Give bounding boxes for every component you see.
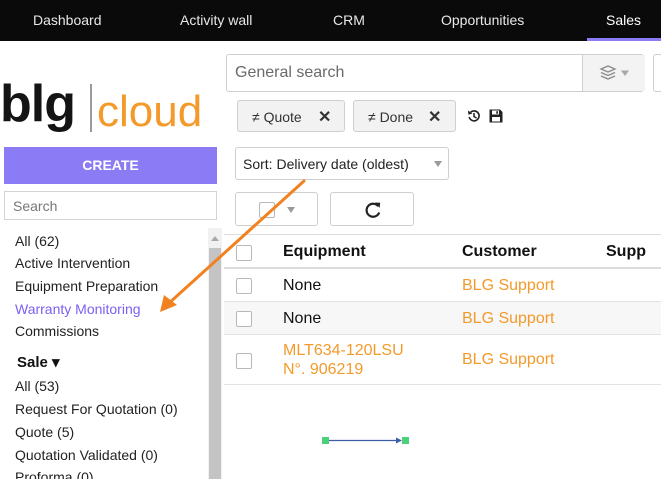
records-table: Equipment Customer Supp None BLG Support… bbox=[224, 234, 661, 479]
history-icon[interactable] bbox=[466, 108, 482, 124]
filter-chip-not-quote: ≠ Quote ✕ bbox=[237, 100, 345, 132]
filter-chip-not-done: ≠ Done ✕ bbox=[353, 100, 456, 132]
nav-activity-wall[interactable]: Activity wall bbox=[180, 12, 252, 28]
sidebar-filter-list: All (62) Active Intervention Equipment P… bbox=[0, 228, 208, 479]
sidebar-search-input[interactable] bbox=[4, 191, 217, 220]
sidebar-item-quote[interactable]: Quote (5) bbox=[15, 424, 74, 440]
sidebar-item-request-for-quotation[interactable]: Request For Quotation (0) bbox=[15, 401, 178, 417]
bulk-select-button[interactable] bbox=[235, 192, 318, 226]
chevron-down-icon bbox=[287, 207, 295, 213]
layers-icon bbox=[599, 65, 629, 80]
top-navigation: Dashboard Activity wall CRM Opportunitie… bbox=[0, 0, 661, 41]
customer-link[interactable]: BLG Support bbox=[462, 277, 555, 295]
sort-select[interactable]: Sort: Delivery date (oldest) bbox=[235, 147, 449, 180]
create-button[interactable]: CREATE bbox=[4, 147, 217, 184]
chevron-down-icon bbox=[434, 161, 442, 167]
row-checkbox[interactable] bbox=[236, 278, 252, 294]
sidebar-item-equipment-preparation[interactable]: Equipment Preparation bbox=[15, 278, 158, 294]
table-row[interactable]: None BLG Support bbox=[224, 302, 661, 335]
logo-text-blg: blg bbox=[0, 75, 76, 133]
sidebar-item-active-intervention[interactable]: Active Intervention bbox=[15, 255, 130, 271]
remove-filter-icon[interactable]: ✕ bbox=[428, 107, 441, 127]
row-checkbox[interactable] bbox=[236, 311, 252, 327]
nav-opportunities[interactable]: Opportunities bbox=[441, 12, 524, 28]
column-header-equipment[interactable]: Equipment bbox=[283, 243, 366, 261]
nav-dashboard[interactable]: Dashboard bbox=[33, 12, 102, 28]
nav-sales[interactable]: Sales bbox=[606, 12, 641, 28]
table-header: Equipment Customer Supp bbox=[224, 234, 661, 269]
sidebar-item-sale-all[interactable]: All (53) bbox=[15, 378, 59, 394]
column-header-customer[interactable]: Customer bbox=[462, 243, 537, 261]
customer-link[interactable]: BLG Support bbox=[462, 351, 555, 369]
column-header-supplier[interactable]: Supp bbox=[606, 243, 646, 261]
scrollbar-thumb[interactable] bbox=[209, 248, 221, 479]
select-all-checkbox[interactable] bbox=[259, 202, 275, 218]
equipment-link[interactable]: MLT634-120LSU bbox=[283, 342, 404, 360]
sidebar-scrollbar[interactable] bbox=[208, 228, 222, 479]
row-checkbox[interactable] bbox=[236, 353, 252, 369]
scroll-up-arrow-icon[interactable] bbox=[211, 236, 219, 241]
general-search-box bbox=[226, 54, 645, 92]
connector-handle-icon[interactable] bbox=[322, 436, 410, 446]
search-layers-button[interactable] bbox=[582, 55, 645, 91]
filter-chip-label: ≠ Done bbox=[368, 109, 414, 125]
logo-divider bbox=[90, 84, 92, 132]
sidebar-item-proforma[interactable]: Proforma (0) bbox=[15, 469, 94, 479]
sidebar-item-commissions[interactable]: Commissions bbox=[15, 323, 99, 339]
header-checkbox[interactable] bbox=[236, 245, 252, 261]
sidebar-item-all[interactable]: All (62) bbox=[15, 233, 59, 249]
search-options-button[interactable] bbox=[653, 54, 661, 92]
filter-chip-label: ≠ Quote bbox=[252, 109, 302, 125]
nav-crm[interactable]: CRM bbox=[333, 12, 365, 28]
equipment-serial-link[interactable]: N°. 906219 bbox=[283, 361, 363, 379]
sidebar-item-quotation-validated[interactable]: Quotation Validated (0) bbox=[15, 447, 158, 463]
equipment-cell: None bbox=[283, 277, 322, 294]
logo-text-cloud: cloud bbox=[97, 87, 203, 136]
table-row[interactable]: None BLG Support bbox=[224, 269, 661, 302]
refresh-button[interactable] bbox=[330, 192, 414, 226]
general-search-input[interactable] bbox=[227, 55, 582, 91]
refresh-icon bbox=[365, 202, 381, 218]
blg-cloud-logo[interactable]: blg cloud bbox=[0, 46, 225, 136]
active-tab-indicator bbox=[587, 38, 661, 41]
equipment-cell: None bbox=[283, 310, 322, 327]
sort-select-label: Sort: Delivery date (oldest) bbox=[243, 156, 409, 172]
sidebar-item-warranty-monitoring[interactable]: Warranty Monitoring bbox=[15, 301, 141, 317]
customer-link[interactable]: BLG Support bbox=[462, 310, 555, 328]
remove-filter-icon[interactable]: ✕ bbox=[318, 107, 331, 127]
save-icon[interactable] bbox=[488, 108, 504, 124]
sidebar-group-sale[interactable]: Sale ▾ bbox=[17, 353, 60, 371]
table-row[interactable]: MLT634-120LSU N°. 906219 BLG Support bbox=[224, 335, 661, 385]
